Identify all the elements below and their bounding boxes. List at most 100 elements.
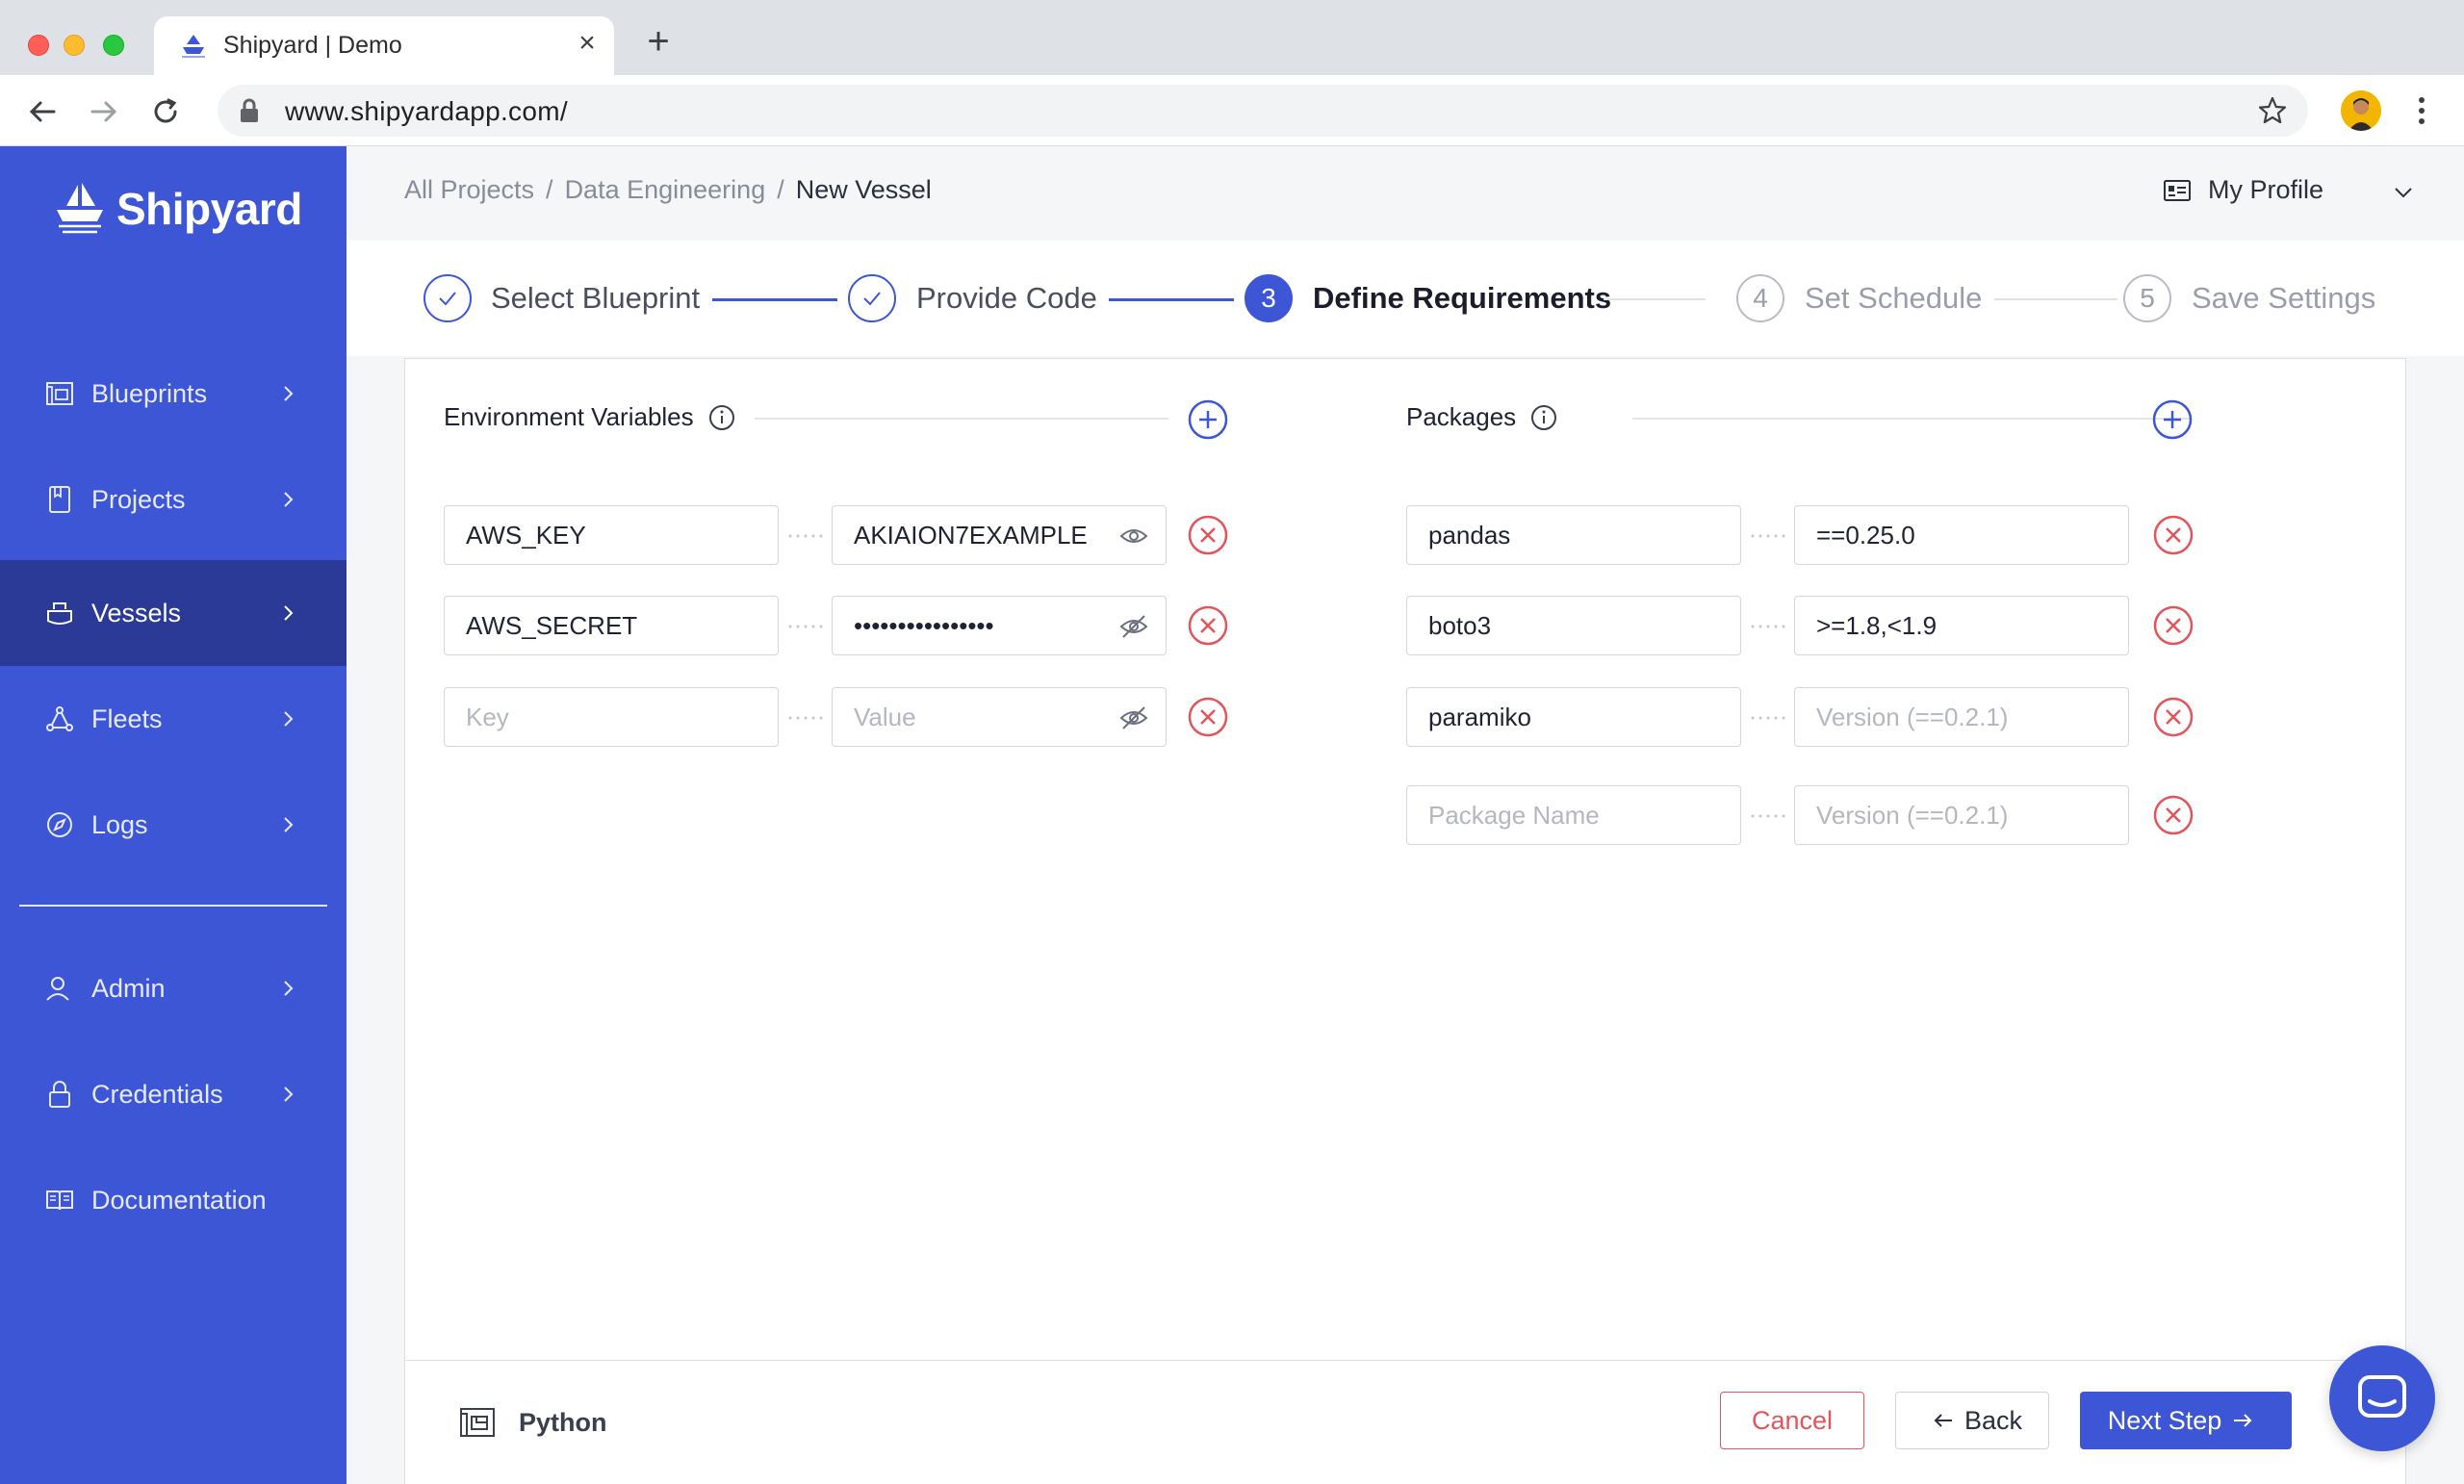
requirements-card: Environment Variables AWS_KEY AKIAION7EX… xyxy=(404,358,2406,1484)
info-icon[interactable] xyxy=(707,403,736,432)
shipyard-favicon-icon xyxy=(182,35,205,58)
dotted-connector xyxy=(1749,534,1789,538)
remove-package-icon[interactable] xyxy=(2152,514,2194,556)
chat-launcher-button[interactable] xyxy=(2329,1345,2435,1451)
remove-package-icon[interactable] xyxy=(2152,794,2194,836)
breadcrumb-data-engineering[interactable]: Data Engineering xyxy=(565,175,766,205)
forward-arrow-icon[interactable] xyxy=(87,94,121,129)
book-icon xyxy=(46,1190,73,1211)
dotted-connector xyxy=(786,716,827,720)
tab-close-icon[interactable]: × xyxy=(572,28,603,59)
chevron-right-icon xyxy=(284,817,294,832)
lock-icon xyxy=(49,1081,70,1108)
breadcrumb-all-projects[interactable]: All Projects xyxy=(404,175,534,205)
package-name-input[interactable]: boto3 xyxy=(1406,596,1741,655)
step-2-check-icon[interactable] xyxy=(848,274,896,322)
package-version-input[interactable]: ==0.25.0 xyxy=(1794,505,2129,565)
env-title-text: Environment Variables xyxy=(444,402,694,431)
breadcrumb: All Projects / Data Engineering / New Ve… xyxy=(404,175,932,205)
remove-env-var-icon[interactable] xyxy=(1187,696,1229,738)
step-3-number[interactable]: 3 xyxy=(1245,274,1293,322)
eye-slash-icon[interactable] xyxy=(1119,705,1148,730)
packages-title-text: Packages xyxy=(1406,402,1517,431)
main-content: All Projects / Data Engineering / New Ve… xyxy=(346,146,2464,1484)
sidebar-item-vessels[interactable]: Vessels xyxy=(0,560,346,666)
profile-menu[interactable]: My Profile xyxy=(2164,175,2323,205)
env-value-input[interactable]: Value xyxy=(832,687,1167,747)
browser-tabstrip: Shipyard | Demo × + xyxy=(0,0,2464,75)
sidebar-item-admin[interactable]: Admin xyxy=(0,935,346,1041)
sidebar-item-logs[interactable]: Logs xyxy=(0,772,346,878)
package-version-input[interactable]: Version (==0.2.1) xyxy=(1794,687,2129,747)
sidebar-item-blueprints[interactable]: Blueprints xyxy=(0,341,346,447)
stepper: Select Blueprint Provide Code 3 Define R… xyxy=(346,241,2464,356)
info-icon[interactable] xyxy=(1529,403,1558,432)
step-2-label[interactable]: Provide Code xyxy=(916,281,1097,316)
cancel-button[interactable]: Cancel xyxy=(1720,1392,1864,1449)
sidebar-item-documentation[interactable]: Documentation xyxy=(0,1147,346,1253)
package-name-input[interactable]: pandas xyxy=(1406,505,1741,565)
env-key-input[interactable]: AWS_KEY xyxy=(444,505,779,565)
step-1-label[interactable]: Select Blueprint xyxy=(491,281,700,316)
reload-icon[interactable] xyxy=(148,94,183,129)
remove-env-var-icon[interactable] xyxy=(1187,604,1229,647)
add-env-var-icon[interactable] xyxy=(1188,399,1228,440)
sidebar-item-label: Credentials xyxy=(91,1079,223,1109)
bookmark-star-icon[interactable] xyxy=(2256,94,2289,127)
back-arrow-icon[interactable] xyxy=(25,94,60,129)
env-value-input[interactable]: AKIAION7EXAMPLE xyxy=(832,505,1167,565)
back-button[interactable]: Back xyxy=(1895,1392,2049,1449)
close-window-button[interactable] xyxy=(28,35,49,56)
top-bar: All Projects / Data Engineering / New Ve… xyxy=(346,146,2464,241)
remove-package-icon[interactable] xyxy=(2152,696,2194,738)
sidebar-item-label: Admin xyxy=(91,973,166,1003)
step-5-label[interactable]: Save Settings xyxy=(2192,281,2375,316)
card-footer: Python Cancel Back Next Step xyxy=(405,1360,2405,1484)
env-key-input[interactable]: AWS_SECRET xyxy=(444,596,779,655)
step-connector xyxy=(1994,298,2118,300)
sidebar-item-credentials[interactable]: Credentials xyxy=(0,1041,346,1147)
dotted-connector xyxy=(1749,716,1789,720)
step-connector xyxy=(1604,298,1706,300)
language-label: Python xyxy=(519,1407,607,1437)
remove-package-icon[interactable] xyxy=(2152,604,2194,647)
browser-toolbar: www.shipyardapp.com/ xyxy=(0,75,2464,146)
remove-env-var-icon[interactable] xyxy=(1187,514,1229,556)
add-package-icon[interactable] xyxy=(2152,399,2193,440)
maximize-window-button[interactable] xyxy=(103,35,124,56)
shipyard-logo[interactable]: Shipyard xyxy=(53,175,302,243)
new-tab-button[interactable]: + xyxy=(641,22,676,61)
profile-label: My Profile xyxy=(2208,175,2324,204)
step-1-check-icon[interactable] xyxy=(424,274,472,322)
address-bar[interactable]: www.shipyardapp.com/ xyxy=(218,85,2308,137)
browser-menu-icon[interactable] xyxy=(2410,92,2433,129)
vessel-icon xyxy=(47,602,72,625)
section-divider xyxy=(755,418,1168,420)
eye-icon[interactable] xyxy=(1119,524,1148,549)
next-step-button[interactable]: Next Step xyxy=(2080,1392,2292,1449)
sidebar-item-label: Projects xyxy=(91,484,186,514)
package-name-input[interactable]: Package Name xyxy=(1406,785,1741,845)
sidebar-item-projects[interactable]: Projects xyxy=(0,447,346,552)
sidebar-divider xyxy=(19,905,327,907)
sidebar-item-label: Documentation xyxy=(91,1185,267,1215)
sidebar-item-label: Blueprints xyxy=(91,378,208,408)
package-version-input[interactable]: Version (==0.2.1) xyxy=(1794,785,2129,845)
env-key-input[interactable]: Key xyxy=(444,687,779,747)
package-version-input[interactable]: >=1.8,<1.9 xyxy=(1794,596,2129,655)
browser-tab[interactable]: Shipyard | Demo × xyxy=(154,16,614,75)
minimize-window-button[interactable] xyxy=(64,35,85,56)
avatar-person-icon xyxy=(2341,90,2381,131)
chevron-down-icon[interactable] xyxy=(2393,183,2414,202)
step-5-number[interactable]: 5 xyxy=(2123,274,2171,322)
dotted-connector xyxy=(786,534,827,538)
step-4-label[interactable]: Set Schedule xyxy=(1805,281,1982,316)
chevron-right-icon xyxy=(284,386,294,401)
step-4-number[interactable]: 4 xyxy=(1736,274,1784,322)
package-name-input[interactable]: paramiko xyxy=(1406,687,1741,747)
sidebar-item-fleets[interactable]: Fleets xyxy=(0,666,346,772)
browser-profile-avatar[interactable] xyxy=(2341,90,2381,131)
env-value-input[interactable]: •••••••••••••••• xyxy=(832,596,1167,655)
eye-slash-icon[interactable] xyxy=(1119,614,1148,639)
step-3-label[interactable]: Define Requirements xyxy=(1313,281,1611,316)
